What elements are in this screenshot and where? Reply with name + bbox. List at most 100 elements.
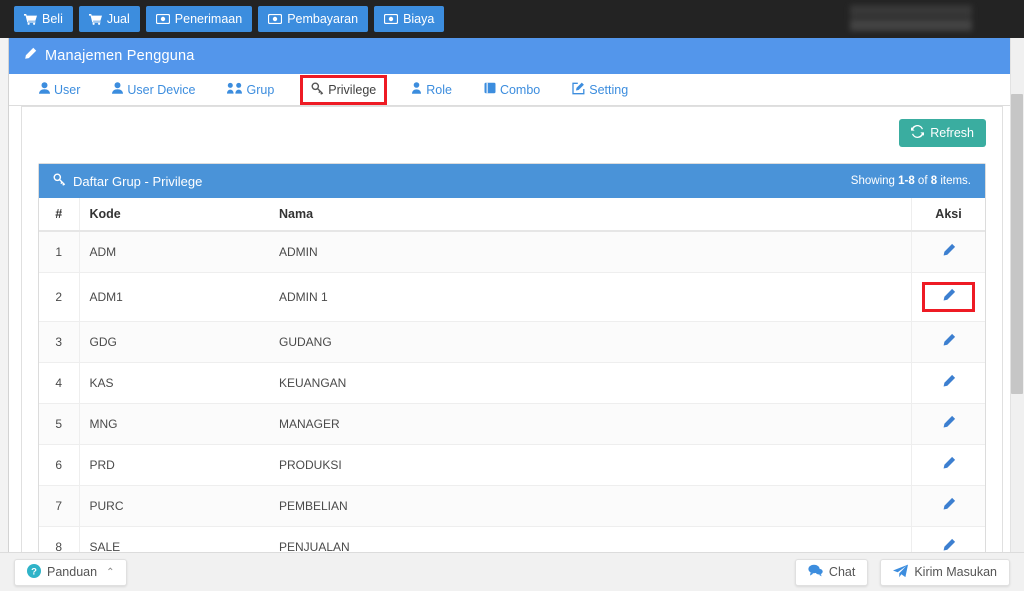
page-frame: Manajemen Pengguna User User Device Grup… bbox=[8, 38, 1016, 591]
pencil-icon[interactable] bbox=[941, 456, 956, 471]
user-icon bbox=[112, 82, 124, 97]
svg-text:?: ? bbox=[31, 566, 37, 577]
pencil-icon[interactable] bbox=[941, 415, 956, 430]
panel-header: Daftar Grup - Privilege Showing 1-8 of 8… bbox=[39, 164, 985, 198]
cell-number: 7 bbox=[39, 485, 80, 527]
nav-button-penerimaan[interactable]: Penerimaan bbox=[145, 6, 253, 32]
tab-label: Role bbox=[426, 82, 452, 97]
pencil-icon bbox=[23, 47, 37, 65]
table-row[interactable]: 3 GDG GUDANG bbox=[39, 321, 985, 363]
pencil-icon[interactable] bbox=[941, 333, 956, 348]
tab-label: Grup bbox=[246, 82, 275, 97]
cell-nama: PEMBELIAN bbox=[269, 485, 912, 527]
edit-action-wrapper bbox=[937, 454, 960, 476]
footer-left-group: ? Panduan ⌃ bbox=[14, 558, 128, 586]
pencil-icon[interactable] bbox=[941, 243, 956, 258]
cell-number: 4 bbox=[39, 362, 80, 404]
column-header-kode: Kode bbox=[79, 198, 269, 232]
table-body: 1 ADM ADMIN 2 ADM1 ADMIN 1 3 GDG GUDANG … bbox=[39, 231, 985, 568]
privilege-table: # Kode Nama Aksi 1 ADM ADMIN 2 ADM1 ADMI… bbox=[39, 198, 985, 568]
page-title: Manajemen Pengguna bbox=[45, 48, 195, 64]
top-navigation-bar: Beli Jual Penerimaan Pembayaran Biaya bbox=[0, 0, 1024, 38]
cell-aksi bbox=[911, 362, 985, 404]
vertical-scrollbar-thumb[interactable] bbox=[1011, 94, 1023, 394]
edit-action-wrapper bbox=[937, 372, 960, 394]
money-icon bbox=[384, 14, 399, 24]
nav-button-pembayaran[interactable]: Pembayaran bbox=[258, 6, 369, 32]
table-row[interactable]: 6 PRD PRODUKSI bbox=[39, 444, 985, 486]
cell-kode: GDG bbox=[79, 321, 269, 363]
content-area: Refresh Daftar Grup - Privilege Showing … bbox=[21, 106, 1003, 591]
pencil-icon[interactable] bbox=[941, 497, 956, 512]
money-icon bbox=[155, 14, 170, 24]
table-row[interactable]: 5 MNG MANAGER bbox=[39, 403, 985, 445]
nav-button-label: Penerimaan bbox=[174, 12, 243, 26]
nav-button-biaya[interactable]: Biaya bbox=[374, 6, 445, 32]
cell-nama: ADMIN 1 bbox=[269, 272, 912, 322]
content-toolbar: Refresh bbox=[38, 119, 986, 153]
tab-user[interactable]: User bbox=[37, 78, 82, 101]
cell-number: 1 bbox=[39, 231, 80, 273]
cell-aksi bbox=[911, 272, 985, 322]
tab-setting[interactable]: Setting bbox=[570, 78, 630, 102]
panduan-button[interactable]: ? Panduan ⌃ bbox=[14, 558, 128, 586]
user-account-area-redacted[interactable] bbox=[850, 5, 972, 31]
pencil-icon[interactable] bbox=[941, 538, 956, 553]
vertical-scrollbar-track[interactable] bbox=[1010, 38, 1024, 591]
tab-privilege[interactable]: Privilege bbox=[300, 74, 388, 105]
pencil-icon[interactable] bbox=[941, 288, 956, 303]
chat-button[interactable]: Chat bbox=[794, 558, 869, 586]
showing-range: 1-8 bbox=[898, 175, 915, 187]
tab-user-device[interactable]: User Device bbox=[110, 78, 197, 101]
users-icon bbox=[227, 82, 243, 97]
nav-button-jual[interactable]: Jual bbox=[78, 6, 140, 32]
cell-kode: ADM bbox=[79, 231, 269, 273]
footer-bar: ? Panduan ⌃ Chat Kirim Masukan bbox=[0, 552, 1024, 591]
cell-number: 5 bbox=[39, 403, 80, 445]
cell-kode: KAS bbox=[79, 362, 269, 404]
cell-nama: GUDANG bbox=[269, 321, 912, 363]
tab-role[interactable]: Role bbox=[409, 78, 454, 101]
nav-button-beli[interactable]: Beli bbox=[14, 6, 73, 32]
tab-grup[interactable]: Grup bbox=[225, 78, 276, 101]
tab-label: Combo bbox=[499, 82, 541, 97]
tab-label: User bbox=[54, 82, 81, 97]
pencil-icon[interactable] bbox=[941, 374, 956, 389]
cell-number: 3 bbox=[39, 321, 80, 363]
table-row[interactable]: 2 ADM1 ADMIN 1 bbox=[39, 272, 985, 322]
showing-items-status: Showing 1-8 of 8 items. bbox=[851, 175, 971, 187]
edit-square-icon bbox=[572, 82, 585, 98]
table-row[interactable]: 4 KAS KEUANGAN bbox=[39, 362, 985, 404]
table-row[interactable]: 1 ADM ADMIN bbox=[39, 231, 985, 273]
cell-nama: KEUANGAN bbox=[269, 362, 912, 404]
nav-button-label: Beli bbox=[42, 12, 63, 26]
kirim-masukan-button[interactable]: Kirim Masukan bbox=[880, 558, 1010, 586]
tab-combo[interactable]: Combo bbox=[482, 78, 542, 101]
column-header-nama: Nama bbox=[269, 198, 912, 232]
cell-aksi bbox=[911, 444, 985, 486]
paper-plane-icon bbox=[893, 564, 909, 581]
chat-icon bbox=[808, 564, 823, 580]
tab-label: Setting bbox=[589, 82, 629, 97]
refresh-button-label: Refresh bbox=[930, 126, 974, 140]
cell-nama: ADMIN bbox=[269, 231, 912, 273]
showing-middle: of bbox=[914, 175, 931, 187]
showing-suffix: items. bbox=[937, 175, 971, 187]
kirim-masukan-label: Kirim Masukan bbox=[914, 565, 997, 579]
edit-action-wrapper-highlighted bbox=[922, 282, 975, 312]
cell-aksi bbox=[911, 485, 985, 527]
footer-right-group: Chat Kirim Masukan bbox=[794, 558, 1010, 586]
refresh-icon bbox=[911, 125, 925, 141]
table-row[interactable]: 7 PURC PEMBELIAN bbox=[39, 485, 985, 527]
cell-number: 2 bbox=[39, 272, 80, 322]
user-icon bbox=[39, 82, 50, 97]
table-header: # Kode Nama Aksi bbox=[39, 198, 985, 232]
edit-action-wrapper bbox=[937, 413, 960, 435]
refresh-button[interactable]: Refresh bbox=[899, 119, 986, 147]
cart-icon bbox=[88, 13, 102, 25]
column-header-number: # bbox=[39, 198, 80, 232]
edit-action-wrapper bbox=[937, 495, 960, 517]
cell-aksi bbox=[911, 403, 985, 445]
chat-label: Chat bbox=[828, 565, 856, 579]
cell-kode: MNG bbox=[79, 403, 269, 445]
